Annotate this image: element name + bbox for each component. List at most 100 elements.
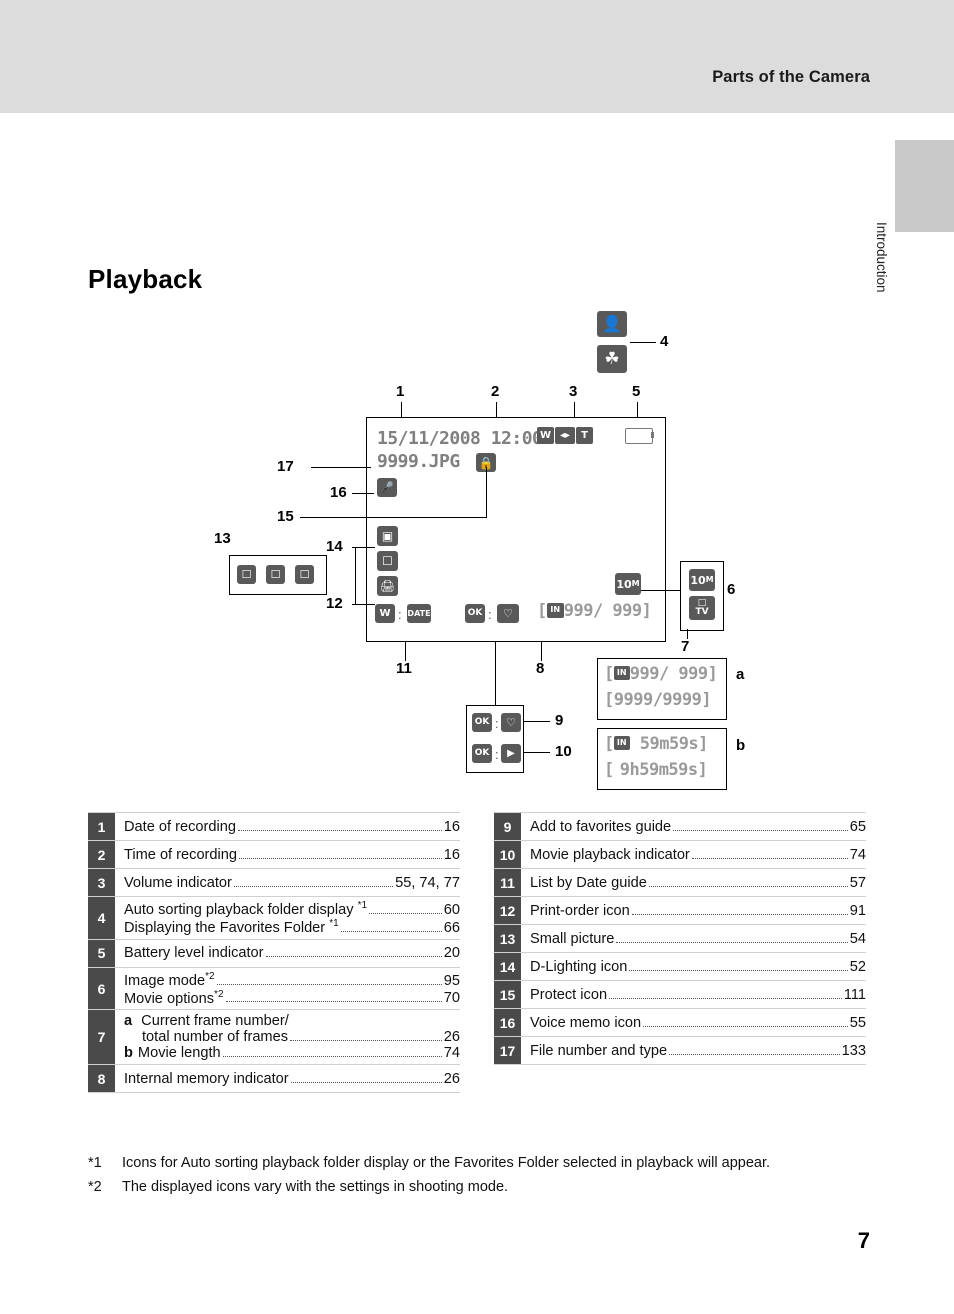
guide10-ok-icon: OK — [472, 744, 492, 763]
legend-row-number: 10 — [494, 841, 521, 868]
callout-number-1: 1 — [396, 383, 405, 400]
legend-row-text: Protect icon 111 — [530, 981, 866, 1008]
callout-b-line1: [ IN 59m59s ] — [604, 734, 708, 754]
legend-row: 1 Date of recording 16 — [88, 812, 460, 841]
legend-entry: Protect icon 111 — [530, 987, 866, 1003]
legend-entry-label: a Current frame number/ — [124, 1013, 289, 1030]
legend-row: 2 Time of recording 16 — [88, 841, 460, 869]
list-by-date-colon: : — [398, 607, 402, 622]
legend-entry: Date of recording 16 — [124, 819, 460, 835]
legend-row-number: 5 — [88, 939, 115, 967]
guide-callout-box: OK : ♡ OK : ▶ — [466, 705, 524, 773]
a2-bracket-open: [ — [604, 690, 614, 710]
legend-entry-label: Date of recording — [124, 818, 236, 835]
legend-entry: Movie options*2 70 — [124, 989, 460, 1007]
callout-a-line2: [ 9999/9999 ] — [604, 690, 712, 710]
callout-number-8: 8 — [536, 660, 545, 677]
image-mode-callout-icon: 10 M — [689, 569, 715, 591]
legend-entry: Battery level indicator 20 — [124, 945, 460, 961]
a1-internal-memory-icon: IN — [613, 666, 630, 680]
legend-entry-label: Protect icon — [530, 986, 608, 1003]
legend-entry: Movie playback indicator 74 — [530, 847, 866, 863]
frame-count-callout: [ IN 999/ 999 ] [ 9999/9999 ] — [597, 658, 727, 720]
d-lighting-icon: ▣ — [377, 526, 398, 546]
legend-entry-label: Movie options*2 — [124, 988, 224, 1007]
legend-row-number: 6 — [88, 967, 115, 1010]
legend-leader-dots — [616, 941, 848, 943]
legend-row: 11 List by Date guide 57 — [494, 869, 866, 897]
legend-page-number: 66 — [443, 919, 460, 936]
legend-entry-label: Print-order icon — [530, 902, 630, 919]
b2-bracket-open: [ — [604, 760, 614, 780]
legend-entry: total number of frames 26 — [124, 1029, 460, 1045]
legend-row: 16 Voice memo icon 55 — [494, 1009, 866, 1037]
legend-leader-dots — [648, 885, 848, 887]
a1-text: 999/ 999 — [629, 664, 708, 684]
legend-entry: a Current frame number/ — [124, 1013, 460, 1029]
legend-entry-label: List by Date guide — [530, 874, 647, 891]
add-favorites-icon: ♡ — [497, 604, 519, 623]
bracket-open: [ — [537, 601, 547, 621]
b1-text: 59m59s — [639, 734, 699, 754]
legend-row-text: a Current frame number/total number of f… — [124, 1010, 460, 1064]
playback-diagram: 👤 ☘ 4 1 2 3 5 15/11/2008 12:00 9999.JPG … — [0, 300, 954, 800]
legend-entry-label: Small picture — [530, 930, 615, 947]
legend-row-number: 16 — [494, 1009, 521, 1036]
legend-page-number: 16 — [443, 818, 460, 835]
legend-page-number: 26 — [443, 1029, 460, 1046]
small-picture-sample-1: ☐ — [237, 565, 256, 584]
auto-sort-folder-icon: 👤 — [597, 311, 627, 337]
lead-4 — [630, 342, 656, 344]
footnote-1-mark: *1 — [88, 1155, 102, 1171]
legend-entry-label: Time of recording — [124, 846, 238, 863]
lead-9-up — [495, 641, 497, 705]
legend-row-number: 7 — [88, 1010, 115, 1065]
legend-entry-label: Volume indicator — [124, 874, 232, 891]
page-number: 7 — [857, 1228, 870, 1253]
legend-entry-label: D-Lighting icon — [530, 958, 628, 975]
legend-entry-label: b Movie length — [124, 1045, 221, 1062]
callout-a-line1: [ IN 999/ 999 ] — [604, 664, 718, 684]
footnote-2: *2 The displayed icons vary with the set… — [88, 1176, 878, 1198]
lead-10 — [523, 752, 550, 754]
callout-number-16: 16 — [330, 484, 347, 501]
small-picture-sample-2: ☐ — [266, 565, 285, 584]
legend-page-number: 52 — [849, 958, 866, 975]
legend-entry: b Movie length 74 — [124, 1045, 460, 1061]
legend-leader-dots — [340, 930, 442, 932]
b1-internal-memory-icon: IN — [613, 736, 630, 750]
legend-page-number: 91 — [849, 902, 866, 919]
legend-entry-label: Voice memo icon — [530, 1014, 642, 1031]
file-name-display: 9999.JPG — [377, 451, 460, 472]
callout-number-12: 12 — [326, 595, 343, 612]
legend-row-text: Volume indicator 55, 74, 77 — [124, 869, 460, 896]
legend-row: 8 Internal memory indicator 26 — [88, 1065, 460, 1094]
legend-entry-label: Add to favorites guide — [530, 818, 672, 835]
legend-leader-dots — [643, 1025, 848, 1027]
legend-entry: Time of recording 16 — [124, 847, 460, 863]
date-time-display: 15/11/2008 12:00 — [377, 428, 543, 449]
legend-entry-label: Image mode*2 — [124, 970, 215, 989]
legend-row-text: Print-order icon 91 — [530, 897, 866, 924]
legend-row-number: 12 — [494, 897, 521, 924]
legend-leader-dots — [239, 857, 442, 859]
legend-row-number: 1 — [88, 813, 115, 840]
image-movie-mode-callout: 10 M □ TV — [680, 561, 724, 631]
legend-row: 13 Small picture 54 — [494, 925, 866, 953]
legend-leader-dots — [609, 997, 842, 999]
legend-page-number: 20 — [443, 945, 460, 962]
battery-level-icon — [625, 428, 653, 444]
legend-row: 14 D-Lighting icon 52 — [494, 953, 866, 981]
callout-number-5: 5 — [632, 383, 641, 400]
callout-number-2: 2 — [491, 383, 500, 400]
legend-row-number: 2 — [88, 841, 115, 868]
guide9-colon: : — [495, 716, 499, 731]
legend-entry: File number and type 133 — [530, 1043, 866, 1059]
legend-entry: D-Lighting icon 52 — [530, 959, 866, 975]
callout-number-15: 15 — [277, 508, 294, 525]
lead-9 — [523, 721, 550, 723]
internal-memory-icon: IN — [546, 602, 564, 618]
callout-number-11: 11 — [396, 660, 412, 677]
callout-number-9: 9 — [555, 712, 564, 729]
legend-row: 9 Add to favorites guide 65 — [494, 812, 866, 841]
